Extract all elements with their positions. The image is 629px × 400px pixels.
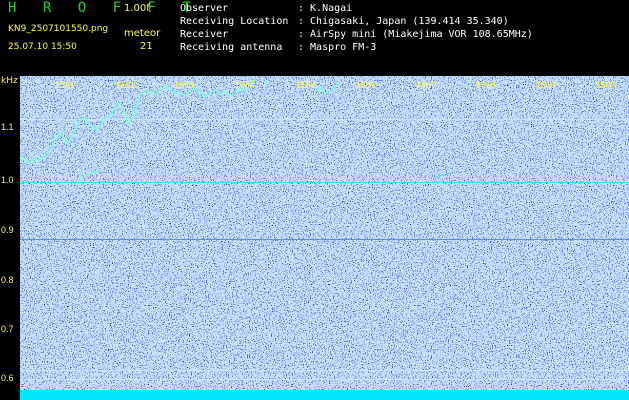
time-tick-label: 1554: [235, 80, 256, 90]
time-tick-label: 1553: [174, 80, 195, 90]
doppler-trace: [19, 79, 451, 183]
time-tick-label: 1558: [476, 80, 497, 90]
time-tick-label: 1600: [596, 80, 617, 90]
time-tick-label: 1556: [356, 80, 377, 90]
time-tick-label: 1555: [296, 80, 317, 90]
time-tick-label: 1559: [536, 80, 557, 90]
bottom-strip: [20, 390, 629, 400]
time-tick-label: 1557: [416, 80, 437, 90]
time-tick-label: 1552: [116, 80, 137, 90]
time-tick-label: 1551: [55, 80, 76, 90]
